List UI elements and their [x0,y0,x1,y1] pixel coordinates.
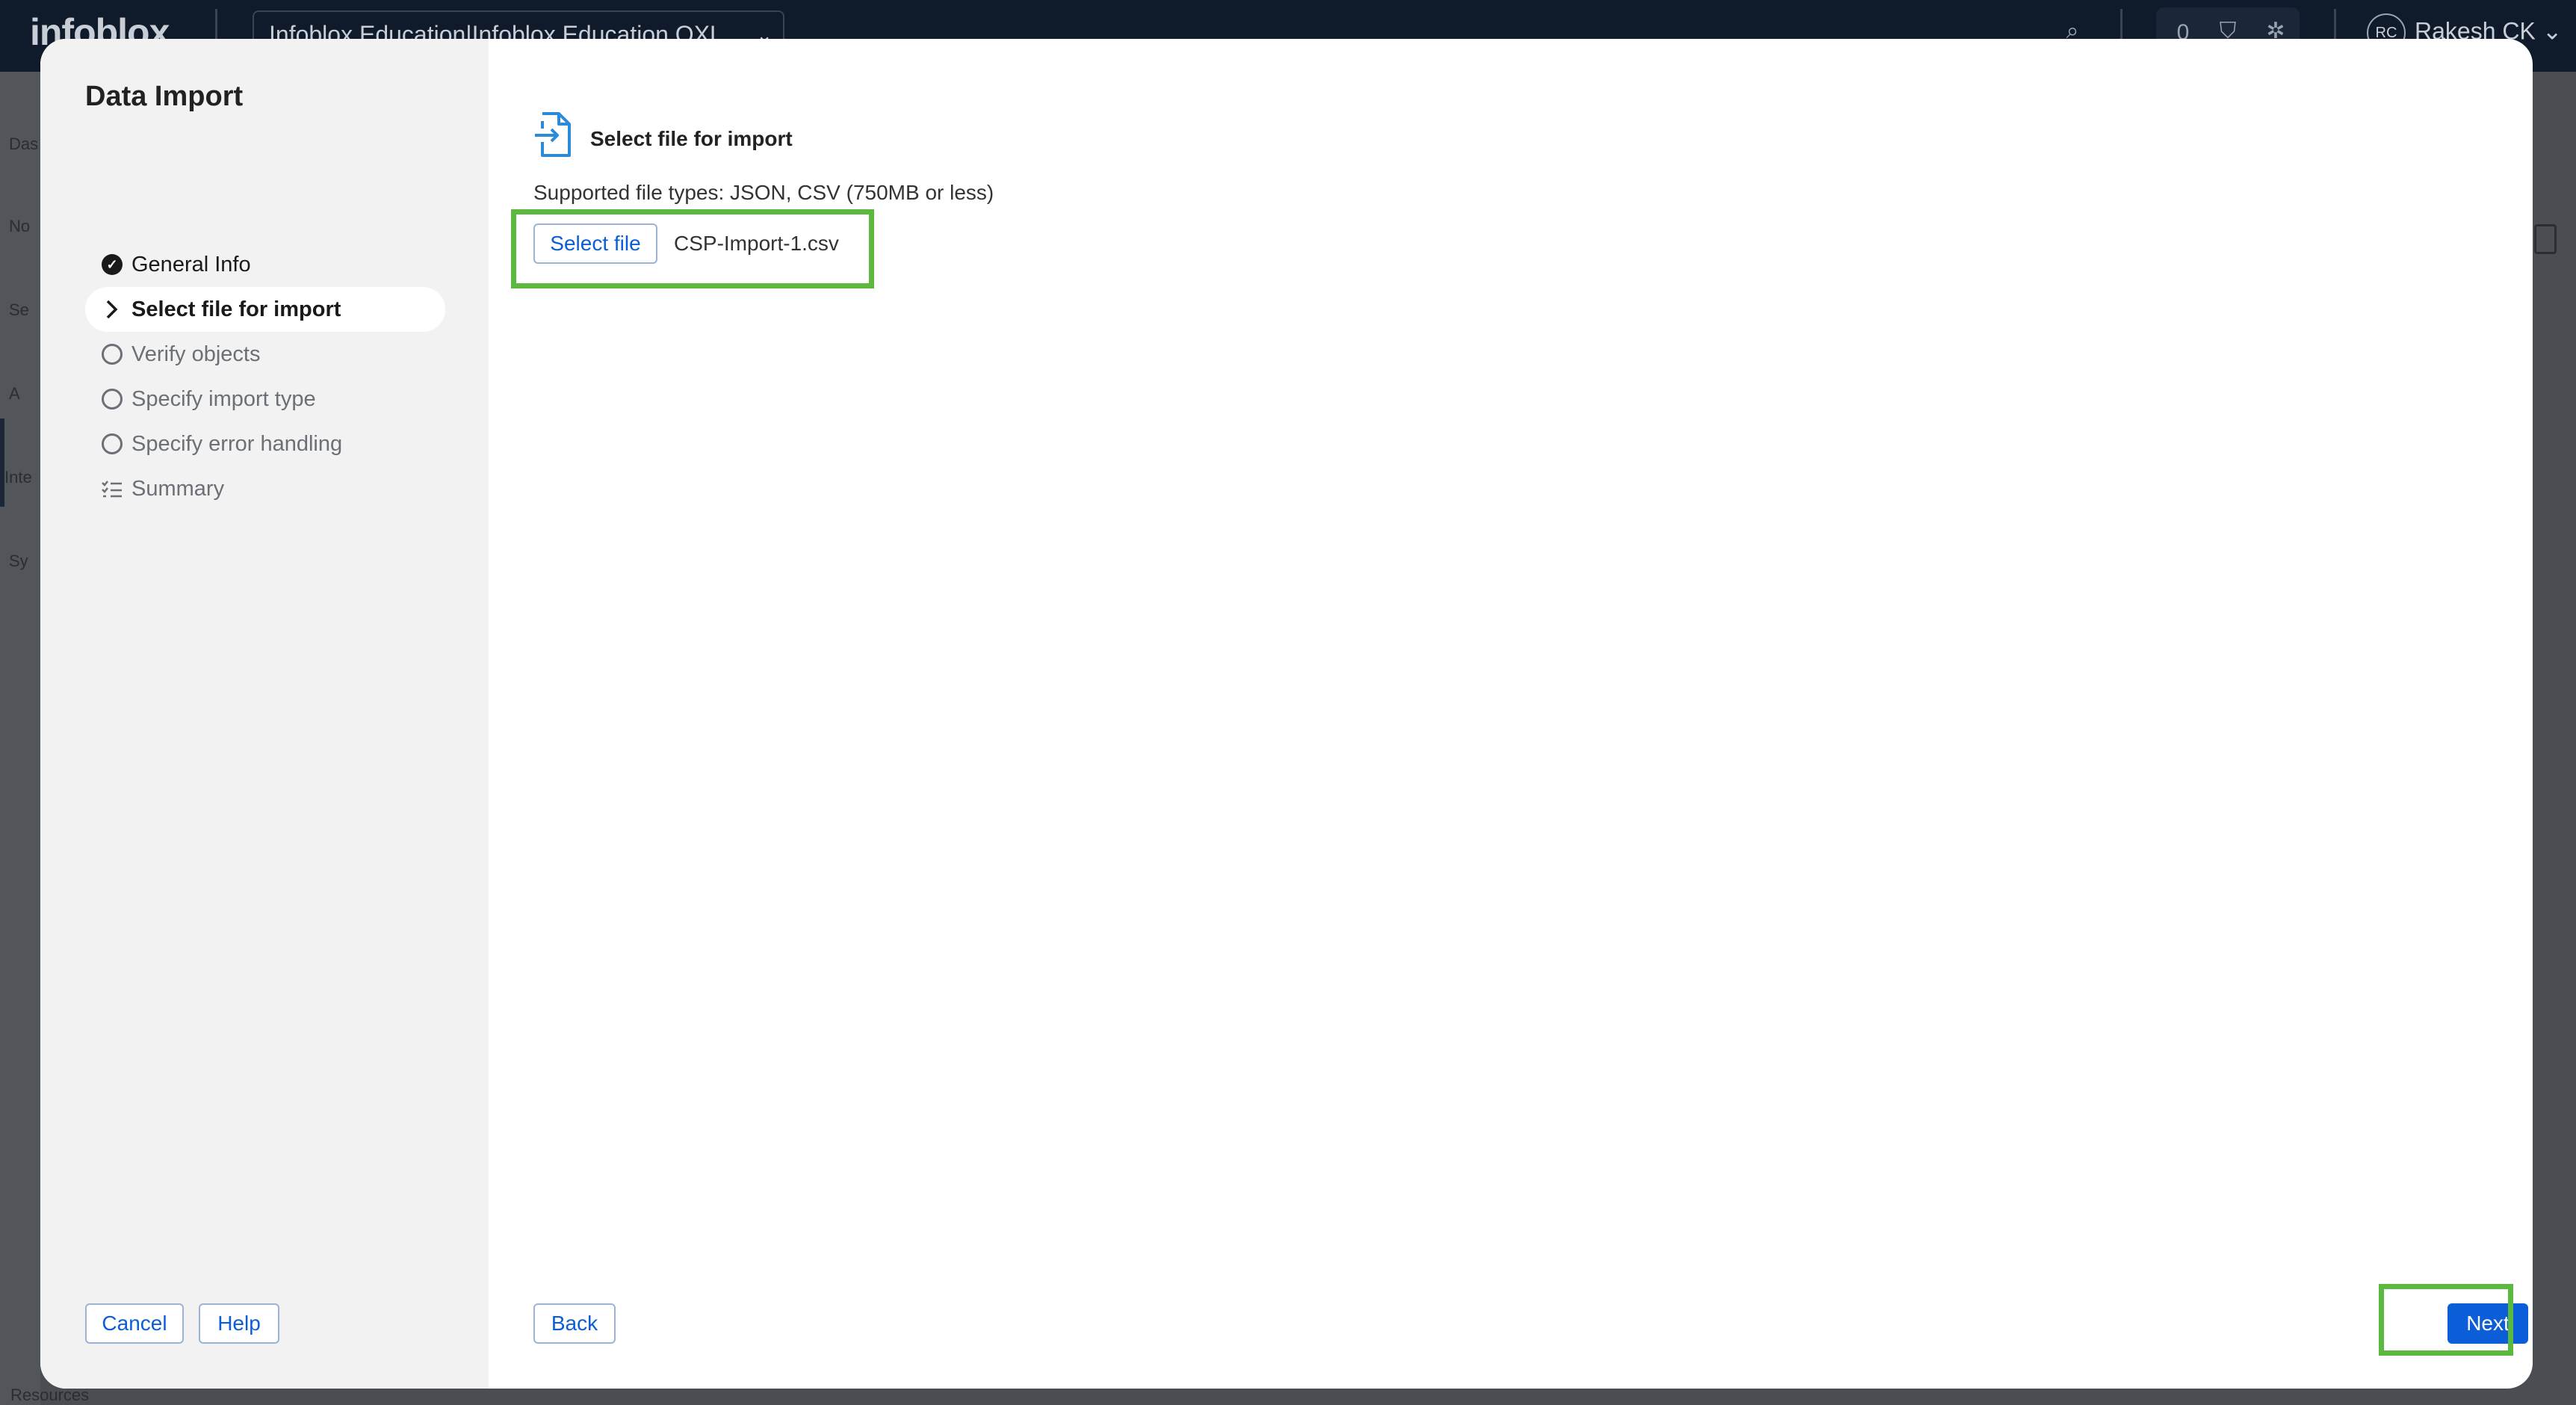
step-verify-objects[interactable]: Verify objects [85,332,445,377]
step-label: Summary [131,476,225,501]
supported-file-types: Supported file types: JSON, CSV (750MB o… [533,181,994,204]
sidebar-item[interactable]: Inte [4,468,32,487]
step-error-handling[interactable]: Specify error handling [85,422,445,466]
help-button[interactable]: Help [199,1303,279,1344]
step-label: Specify error handling [131,431,343,456]
back-button[interactable]: Back [533,1303,616,1344]
sidebar-active-indicator [0,419,4,507]
modal-title: Data Import [85,81,244,112]
step-label: Verify objects [131,342,261,366]
step-label: Specify import type [131,386,316,411]
app-sidebar: Das No Se A Inte Sy [0,72,40,1405]
wizard-content: Select file for import Supported file ty… [489,39,2533,1389]
wizard-steps: ✓ General Info Select file for import Ve… [85,242,445,511]
section-title: Select file for import [590,127,793,150]
chevron-down-icon: ⌄ [2542,17,2563,45]
circle-icon [100,432,124,456]
circle-icon [100,387,124,411]
file-picker: Select file CSP-Import-1.csv [533,223,839,265]
step-general-info[interactable]: ✓ General Info [85,242,445,287]
sidebar-item[interactable]: No [9,217,30,236]
select-file-button[interactable]: Select file [533,223,657,264]
sidebar-item[interactable]: Sy [9,552,28,571]
cancel-button[interactable]: Cancel [85,1303,184,1344]
sidebar-item[interactable]: Das [9,135,38,154]
step-select-file[interactable]: Select file for import [85,287,445,332]
selected-file-name: CSP-Import-1.csv [674,232,839,255]
background-control [2534,224,2557,254]
step-summary[interactable]: Summary [85,466,445,511]
next-button[interactable]: Next [2447,1303,2528,1344]
file-import-icon [533,111,575,160]
step-import-type[interactable]: Specify import type [85,377,445,422]
data-import-modal: Data Import ✓ General Info Select file f… [40,39,2533,1389]
circle-icon [100,342,124,366]
step-label: General Info [131,252,251,277]
sidebar-item[interactable]: Se [9,300,29,320]
wizard-sidebar: Data Import ✓ General Info Select file f… [40,39,489,1389]
chevron-right-icon [100,297,124,321]
list-icon [100,477,124,501]
step-label: Select file for import [131,297,341,321]
check-circle-icon: ✓ [100,253,124,277]
sidebar-item[interactable]: A [9,384,20,404]
